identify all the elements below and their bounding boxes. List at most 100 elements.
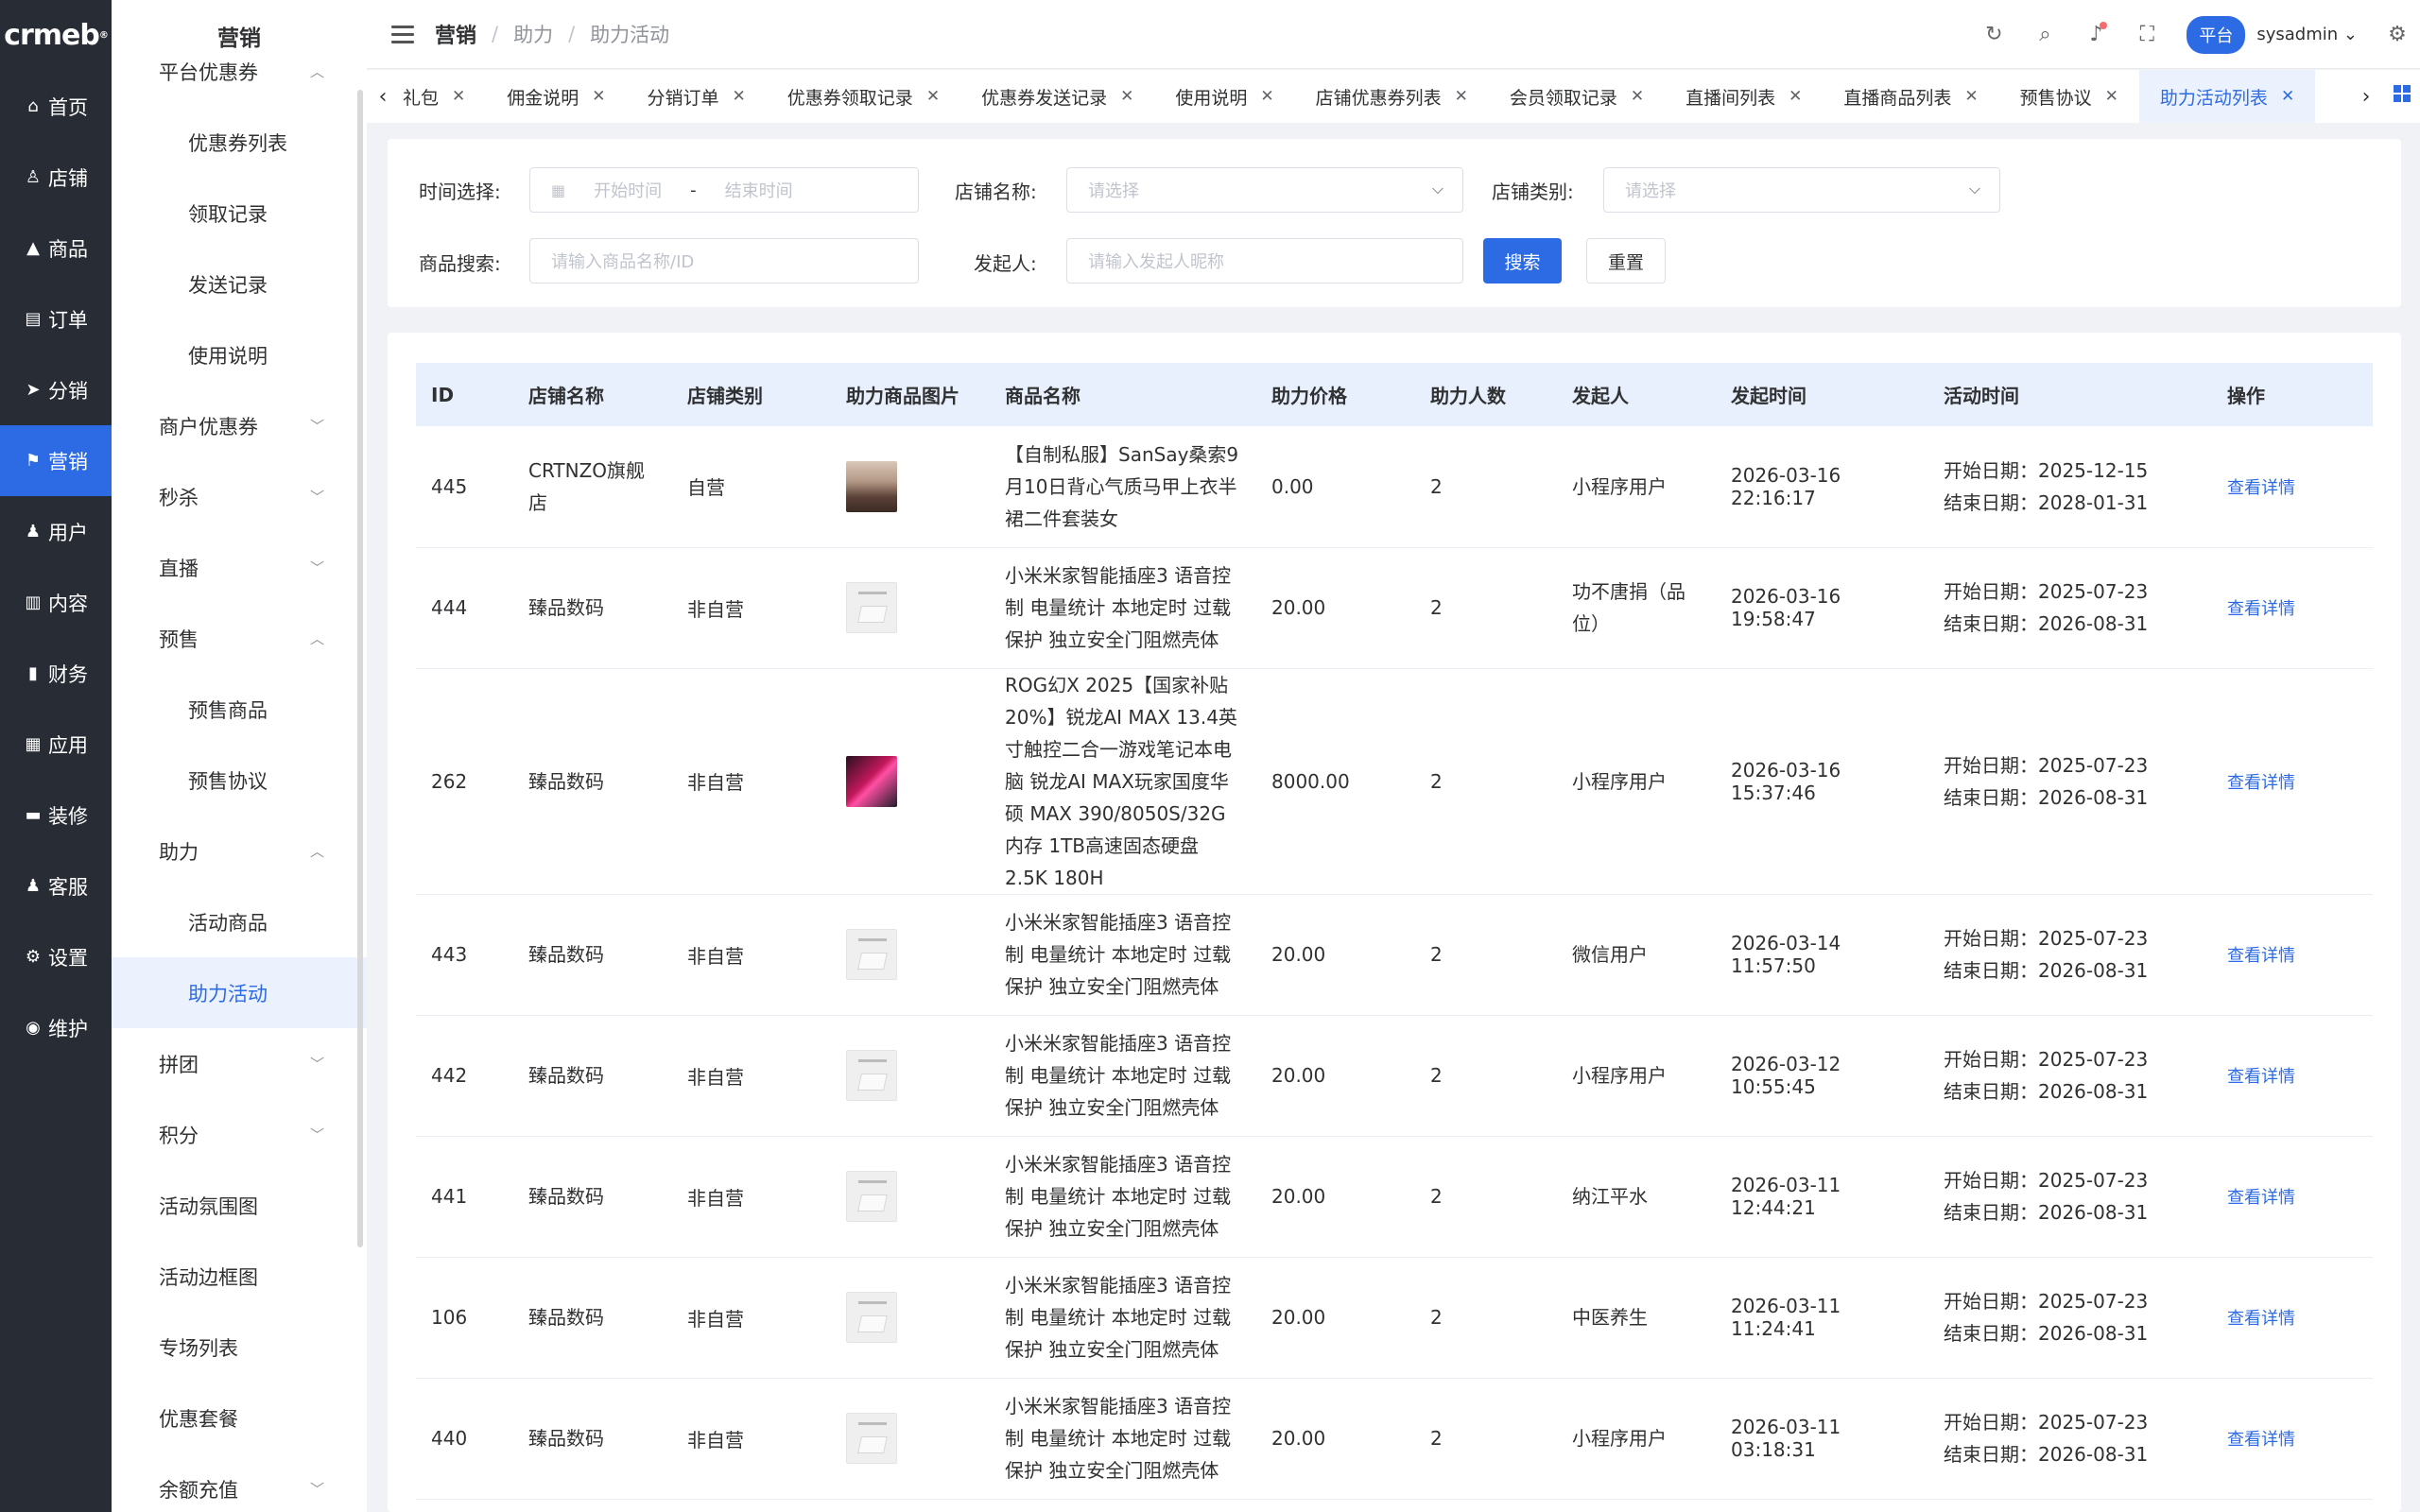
- page-tab[interactable]: 使用说明 ✕: [1154, 70, 1294, 123]
- page-tab[interactable]: 分销订单 ✕: [627, 70, 767, 123]
- close-icon[interactable]: ✕: [592, 87, 605, 106]
- rail-item-service[interactable]: ♟ 客服: [0, 850, 112, 921]
- product-thumbnail[interactable]: [846, 929, 897, 980]
- view-details-link[interactable]: 查看详情: [2227, 1188, 2295, 1208]
- search-icon[interactable]: ⌕: [2033, 23, 2056, 46]
- sidebar-item[interactable]: 优惠套餐: [112, 1383, 367, 1453]
- username-dropdown[interactable]: sysadmin ⌄: [2256, 25, 2358, 44]
- view-details-link[interactable]: 查看详情: [2227, 946, 2295, 966]
- sidebar-group[interactable]: 助力 ︿: [112, 816, 367, 886]
- page-tab[interactable]: 优惠券领取记录 ✕: [767, 70, 960, 123]
- rail-item-send[interactable]: ➤ 分销: [0, 354, 112, 425]
- rail-item-gear[interactable]: ⚙ 设置: [0, 921, 112, 992]
- sidebar-group[interactable]: 拼团 ﹀: [112, 1028, 367, 1099]
- close-icon[interactable]: ✕: [1964, 87, 1978, 106]
- fullscreen-icon[interactable]: ⛶: [2135, 23, 2158, 46]
- store-type-label: 店铺类别:: [1492, 180, 1574, 203]
- date-range-picker[interactable]: ▦ 开始时间 - 结束时间: [529, 167, 919, 213]
- sidebar-group[interactable]: 积分 ﹀: [112, 1099, 367, 1170]
- close-icon[interactable]: ✕: [1631, 87, 1644, 106]
- sidebar-group[interactable]: 余额充值 ﹀: [112, 1453, 367, 1512]
- sidebar-subitem[interactable]: 使用说明: [112, 319, 367, 390]
- product-thumbnail[interactable]: [846, 460, 897, 512]
- product-thumbnail[interactable]: [846, 755, 897, 807]
- close-icon[interactable]: ✕: [452, 87, 465, 106]
- tabs-scroll-left-icon[interactable]: ‹: [367, 85, 399, 109]
- product-thumbnail[interactable]: [846, 1413, 897, 1464]
- close-icon[interactable]: ✕: [1455, 87, 1468, 106]
- product-thumbnail[interactable]: [846, 1292, 897, 1343]
- rail-item-finance[interactable]: ▮ 财务: [0, 638, 112, 709]
- page-tab[interactable]: 直播商品列表 ✕: [1823, 70, 1998, 123]
- sidebar-subitem[interactable]: 领取记录: [112, 178, 367, 249]
- sidebar-scrollbar[interactable]: [357, 90, 363, 1247]
- view-details-link[interactable]: 查看详情: [2227, 1309, 2295, 1329]
- close-icon[interactable]: ✕: [2105, 87, 2118, 106]
- tabs-menu-icon[interactable]: [2394, 85, 2411, 102]
- close-icon[interactable]: ✕: [2281, 87, 2294, 106]
- page-tab[interactable]: 佣金说明 ✕: [486, 70, 626, 123]
- rail-item-decor[interactable]: ▬ 装修: [0, 780, 112, 850]
- breadcrumb-item[interactable]: 助力: [513, 20, 553, 48]
- rail-item-order[interactable]: ▤ 订单: [0, 284, 112, 354]
- sidebar-group[interactable]: 直播 ﹀: [112, 532, 367, 603]
- initiator-input[interactable]: 请输入发起人昵称: [1066, 238, 1463, 284]
- product-thumbnail[interactable]: [846, 582, 897, 633]
- sidebar-group[interactable]: 秒杀 ﹀: [112, 461, 367, 532]
- page-tab[interactable]: 优惠券发送记录 ✕: [960, 70, 1154, 123]
- page-tab[interactable]: 直播间列表 ✕: [1665, 70, 1823, 123]
- settings-gear-icon[interactable]: ⚙: [2386, 23, 2409, 46]
- page-tab[interactable]: 助力活动列表 ✕: [2138, 70, 2316, 123]
- page-tab[interactable]: 会员领取记录 ✕: [1489, 70, 1665, 123]
- sidebar-item[interactable]: 活动边框图: [112, 1241, 367, 1312]
- close-icon[interactable]: ✕: [1260, 87, 1273, 106]
- breadcrumb-item[interactable]: 营销: [435, 19, 476, 49]
- reset-button[interactable]: 重置: [1586, 238, 1666, 284]
- refresh-icon[interactable]: ↻: [1982, 23, 2005, 46]
- sidebar-subitem[interactable]: 发送记录: [112, 249, 367, 319]
- close-icon[interactable]: ✕: [926, 87, 940, 106]
- sidebar-subitem[interactable]: 助力活动: [112, 957, 367, 1028]
- rail-item-content[interactable]: ▥ 内容: [0, 567, 112, 638]
- sidebar-group[interactable]: 预售 ︿: [112, 603, 367, 674]
- close-icon[interactable]: ✕: [1120, 87, 1133, 106]
- view-details-link[interactable]: 查看详情: [2227, 773, 2295, 793]
- start-date-input[interactable]: 开始时间: [594, 178, 662, 202]
- sidebar-item[interactable]: 活动氛围图: [112, 1170, 367, 1241]
- store-name-select[interactable]: 请选择 ⌵: [1066, 167, 1463, 213]
- rail-item-apps[interactable]: ▦ 应用: [0, 709, 112, 780]
- crmeb-logo[interactable]: crmeb ®: [0, 0, 112, 71]
- store-type-select[interactable]: 请选择 ⌵: [1603, 167, 2000, 213]
- product-thumbnail[interactable]: [846, 1171, 897, 1222]
- page-tab[interactable]: 礼包 ✕: [399, 70, 486, 123]
- rail-item-bag[interactable]: ▲ 商品: [0, 213, 112, 284]
- page-tab[interactable]: 店铺优惠券列表 ✕: [1295, 70, 1489, 123]
- platform-badge[interactable]: 平台: [2187, 15, 2246, 54]
- rail-item-store[interactable]: ♙ 店铺: [0, 142, 112, 213]
- rail-item-home[interactable]: ⌂ 首页: [0, 71, 112, 142]
- sidebar-group[interactable]: 商户优惠券 ﹀: [112, 390, 367, 461]
- product-thumbnail[interactable]: [846, 1050, 897, 1101]
- tabs-scroll-right-icon[interactable]: ›: [2350, 84, 2382, 109]
- bell-icon[interactable]: ♪: [2084, 22, 2108, 46]
- view-details-link[interactable]: 查看详情: [2227, 1430, 2295, 1450]
- sidebar-item[interactable]: 专场列表: [112, 1312, 367, 1383]
- search-button[interactable]: 搜索: [1483, 238, 1562, 284]
- product-search-input[interactable]: 请输入商品名称/ID: [529, 238, 919, 284]
- close-icon[interactable]: ✕: [733, 87, 746, 106]
- view-details-link[interactable]: 查看详情: [2227, 478, 2295, 498]
- view-details-link[interactable]: 查看详情: [2227, 1067, 2295, 1087]
- sidebar-subitem[interactable]: 预售协议: [112, 745, 367, 816]
- collapse-menu-icon[interactable]: [391, 25, 414, 43]
- end-date-input[interactable]: 结束时间: [725, 178, 793, 202]
- sidebar-subitem[interactable]: 活动商品: [112, 886, 367, 957]
- rail-item-flag[interactable]: ⚑ 营销: [0, 425, 112, 496]
- tab-label: 助力活动列表: [2159, 87, 2268, 109]
- rail-item-user[interactable]: ♟ 用户: [0, 496, 112, 567]
- close-icon[interactable]: ✕: [1789, 87, 1802, 106]
- page-tab[interactable]: 预售协议 ✕: [1999, 70, 2139, 123]
- rail-item-maintain[interactable]: ◉ 维护: [0, 992, 112, 1063]
- sidebar-subitem[interactable]: 预售商品: [112, 674, 367, 745]
- view-details-link[interactable]: 查看详情: [2227, 599, 2295, 619]
- sidebar-subitem[interactable]: 优惠券列表: [112, 107, 367, 178]
